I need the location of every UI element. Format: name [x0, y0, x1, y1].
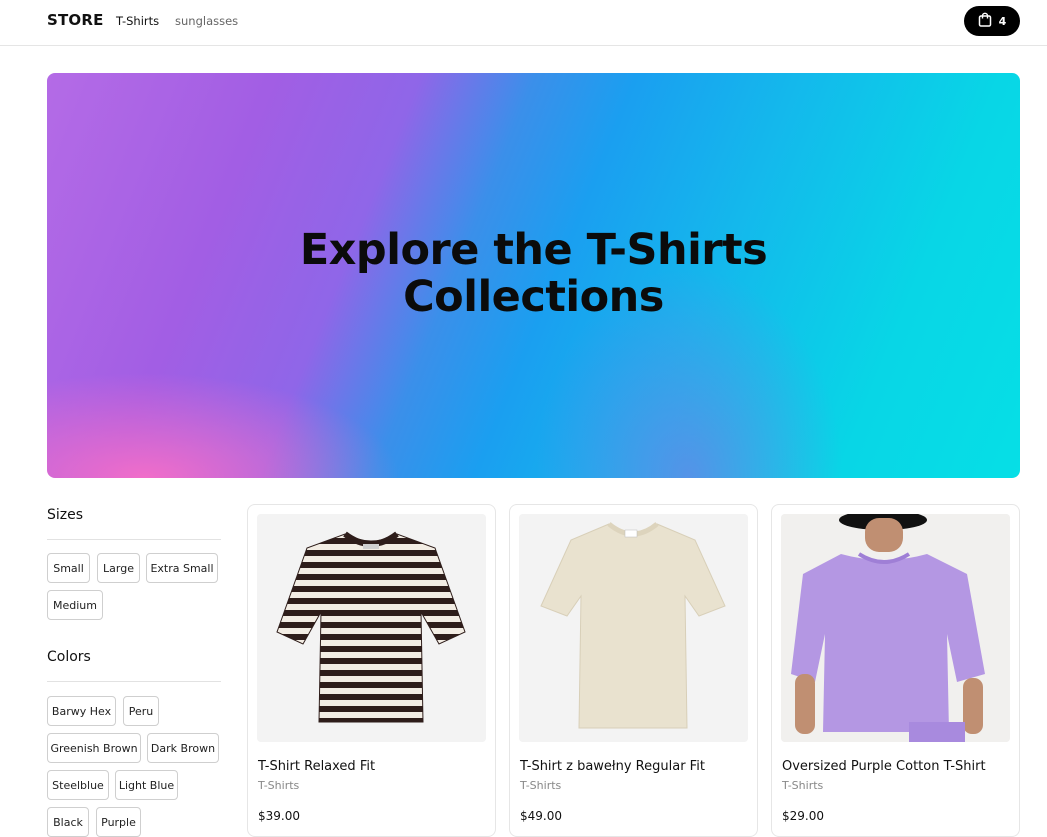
color-chip-black[interactable]: Black	[47, 807, 89, 837]
product-image-purple-tshirt[interactable]	[781, 514, 1010, 742]
size-chip-small[interactable]: Small	[47, 553, 90, 583]
top-navbar: STORE T-Shirts sunglasses 4	[0, 0, 1047, 46]
product-price: $39.00	[258, 809, 300, 823]
shopping-bag-icon	[978, 12, 992, 31]
product-card[interactable]: T-Shirt z bawełny Regular Fit T-Shirts $…	[509, 504, 758, 837]
hero-title-line-2: Collections	[403, 272, 664, 322]
size-chip-extra-small[interactable]: Extra Small	[146, 553, 218, 583]
cart-count: 4	[998, 14, 1007, 28]
colors-divider	[47, 681, 221, 682]
product-category: T-Shirts	[258, 779, 300, 792]
colors-heading: Colors	[47, 649, 91, 665]
product-category: T-Shirts	[520, 779, 562, 792]
size-chip-medium[interactable]: Medium	[47, 590, 103, 620]
hero-title: Explore the T-Shirts Collections	[47, 227, 1020, 321]
cart-button[interactable]: 4	[964, 6, 1020, 36]
product-price: $49.00	[520, 809, 562, 823]
color-chip-purple[interactable]: Purple	[96, 807, 141, 837]
nav-link-tshirts[interactable]: T-Shirts	[116, 14, 159, 28]
product-card[interactable]: T-Shirt Relaxed Fit T-Shirts $39.00	[247, 504, 496, 837]
product-card[interactable]: Oversized Purple Cotton T-Shirt T-Shirts…	[771, 504, 1020, 837]
store-logo[interactable]: STORE	[47, 11, 104, 29]
color-chip-dark-brown[interactable]: Dark Brown	[147, 733, 219, 763]
product-category: T-Shirts	[782, 779, 824, 792]
sizes-heading: Sizes	[47, 507, 84, 523]
color-chip-peru[interactable]: Peru	[123, 696, 159, 726]
color-chip-greenish-brown[interactable]: Greenish Brown	[47, 733, 141, 763]
product-price: $29.00	[782, 809, 824, 823]
color-chip-light-blue[interactable]: Light Blue	[115, 770, 178, 800]
hero-banner: Explore the T-Shirts Collections	[47, 73, 1020, 478]
sizes-divider	[47, 539, 221, 540]
product-name[interactable]: T-Shirt z bawełny Regular Fit	[520, 759, 705, 774]
color-chip-steelblue[interactable]: Steelblue	[47, 770, 109, 800]
product-name[interactable]: T-Shirt Relaxed Fit	[258, 759, 375, 774]
size-chip-large[interactable]: Large	[97, 553, 140, 583]
product-name[interactable]: Oversized Purple Cotton T-Shirt	[782, 759, 986, 774]
product-image-striped-tshirt[interactable]	[257, 514, 486, 742]
nav-link-sunglasses[interactable]: sunglasses	[175, 14, 238, 28]
hero-title-line-1: Explore the T-Shirts	[299, 225, 768, 275]
color-chip-barwy-hex[interactable]: Barwy Hex	[47, 696, 116, 726]
product-image-beige-tshirt[interactable]	[519, 514, 748, 742]
